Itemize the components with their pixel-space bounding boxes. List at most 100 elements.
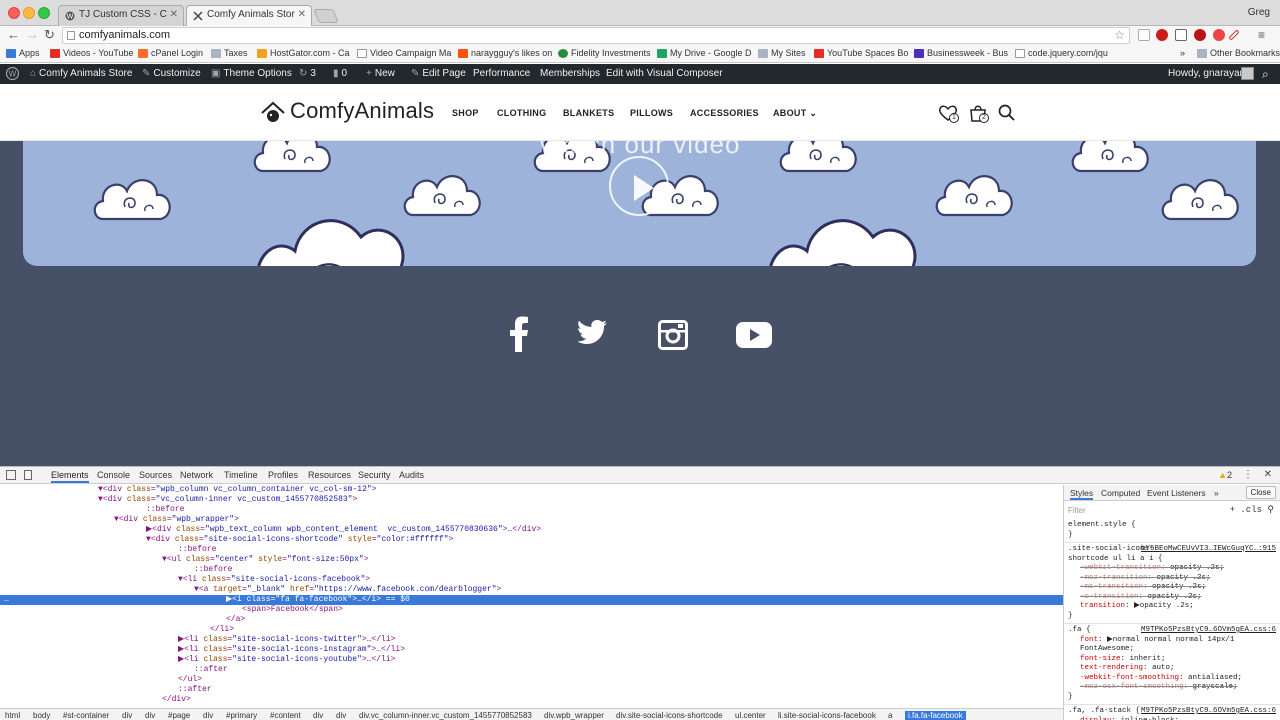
admin-site-name[interactable]: ⌂ Comfy Animals Store (30, 68, 132, 79)
new-tab-button[interactable] (313, 9, 339, 23)
dom-node-line[interactable]: ::before (0, 545, 1063, 555)
breadcrumb-item[interactable]: a (888, 711, 892, 720)
bookmark-jquery[interactable]: code.jquery.com/jqu (1015, 48, 1108, 58)
browser-tab-custom-css[interactable]: W TJ Custom CSS - Comfy A ✕ (58, 5, 184, 26)
dom-node-line[interactable]: </ul> (0, 675, 1063, 685)
browser-tab-comfy-animals[interactable]: Comfy Animals Store | Jus ✕ (186, 5, 312, 26)
dom-node-line[interactable]: </li> (0, 625, 1063, 635)
opera-icon[interactable] (1156, 29, 1168, 41)
twitter-icon[interactable] (578, 320, 608, 346)
css-property[interactable]: font: ▶normal normal normal 14px/1 FontA… (1080, 636, 1276, 655)
css-source-link[interactable]: M9TPKo5PzsBtyC9…6OVm5gEA.css:6 (1141, 626, 1276, 634)
pen-icon[interactable] (1228, 29, 1240, 41)
css-property[interactable]: font-size: inherit; (1080, 655, 1276, 665)
dom-node-line[interactable]: ::before (0, 565, 1063, 575)
breadcrumb-item[interactable]: #page (168, 711, 190, 720)
warnings-badge[interactable]: ▲2 (1218, 470, 1232, 480)
breadcrumb-item[interactable]: div (122, 711, 132, 720)
node-actions-ellipsis[interactable]: … (4, 595, 9, 605)
dom-node-line[interactable]: ::after (0, 685, 1063, 695)
dom-node-line[interactable]: ▼<div class="wpb_column vc_column_contai… (0, 485, 1063, 495)
dom-node-line[interactable]: <span>Facebook</span> (0, 605, 1063, 615)
bookmarks-chevron[interactable]: » (1180, 48, 1185, 58)
site-search-button[interactable] (998, 104, 1015, 124)
css-source-link[interactable]: bY5BEoMwCEUvVI3…IEWcGuqYC…:915 (1141, 545, 1276, 553)
breadcrumb-item[interactable]: div (313, 711, 323, 720)
admin-memberships[interactable]: Memberships (540, 68, 600, 79)
breadcrumb-item[interactable]: i.fa.fa-facebook (905, 711, 966, 720)
bookmark-video-campaign[interactable]: Video Campaign Ma (357, 48, 451, 58)
video-play-button[interactable] (609, 156, 669, 216)
nav-clothing[interactable]: CLOTHING (497, 108, 546, 118)
nav-shop[interactable]: SHOP (452, 108, 479, 118)
dom-node-line[interactable]: ▼<li class="site-social-icons-facebook"> (0, 575, 1063, 585)
breadcrumb-item[interactable]: li.site-social-icons-facebook (778, 711, 876, 720)
dom-node-line[interactable]: ▶<i class="fa fa-facebook">…</i> == $0… (0, 595, 1063, 605)
devtools-tab-profiles[interactable]: Profiles (268, 470, 298, 480)
bookmark-apps[interactable]: Apps (6, 48, 40, 58)
css-property[interactable]: transition: ▶opacity .2s; (1080, 602, 1276, 612)
device-mode-icon[interactable] (24, 470, 32, 480)
tab-computed[interactable]: Computed (1101, 488, 1140, 498)
bookmark-cpanel[interactable]: cPanel Login (138, 48, 203, 58)
breadcrumb-item[interactable]: #content (270, 711, 301, 720)
admin-edit-page[interactable]: ✎ Edit Page (411, 68, 466, 79)
breadcrumb-item[interactable]: body (33, 711, 50, 720)
breadcrumb-item[interactable]: div (336, 711, 346, 720)
forward-arrow-icon[interactable]: → (26, 27, 39, 43)
styles-filter-input[interactable]: Filter (1068, 506, 1086, 515)
pinterest-icon[interactable] (1194, 29, 1206, 41)
wordpress-logo-icon[interactable]: W (5, 66, 20, 83)
nav-accessories[interactable]: ACCESSORIES (690, 108, 759, 118)
extension-puzzle-icon[interactable] (1138, 29, 1150, 41)
bookmark-my-sites[interactable]: My Sites (758, 48, 806, 58)
breadcrumb-item[interactable]: div (203, 711, 213, 720)
dom-node-line[interactable]: ▼<ul class="center" style="font-size:50p… (0, 555, 1063, 565)
admin-performance[interactable]: Performance (473, 68, 530, 79)
maximize-window-button[interactable] (38, 7, 50, 19)
reload-icon[interactable]: ↻ (44, 27, 55, 43)
css-property[interactable]: -o-transition: opacity .2s; (1080, 593, 1276, 603)
facebook-icon[interactable] (508, 316, 530, 352)
nav-blankets[interactable]: BLANKETS (563, 108, 614, 118)
bookmark-businessweek[interactable]: Businessweek - Bus (914, 48, 1008, 58)
dom-node-line[interactable]: ▶<li class="site-social-icons-youtube">…… (0, 655, 1063, 665)
devtools-tab-console[interactable]: Console (97, 470, 130, 480)
admin-visual-composer[interactable]: Edit with Visual Composer (606, 68, 723, 79)
cart-button[interactable]: 2 (968, 104, 989, 125)
breadcrumb-item[interactable]: ul.center (735, 711, 766, 720)
css-property[interactable]: -webkit-font-smoothing: antialiased; (1080, 674, 1276, 684)
bookmark-hostgator[interactable]: HostGator.com - Ca (257, 48, 350, 58)
devtools-tab-timeline[interactable]: Timeline (224, 470, 258, 480)
address-bar[interactable]: comfyanimals.com ☆ (62, 27, 1130, 44)
dom-node-line[interactable]: ▼<div class="vc_column-inner vc_custom_1… (0, 495, 1063, 505)
styles-close-button[interactable]: Close (1245, 486, 1276, 499)
wishlist-button[interactable]: 1 (938, 104, 959, 125)
breadcrumb-item[interactable]: div.wpb_wrapper (544, 711, 604, 720)
breadcrumb-item[interactable]: #primary (226, 711, 257, 720)
dom-node-line[interactable]: </a> (0, 615, 1063, 625)
devtools-close-icon[interactable]: ✕ (1264, 469, 1272, 480)
bookmark-taxes[interactable]: Taxes (211, 48, 248, 58)
admin-updates[interactable]: ↻ 3 (299, 68, 316, 79)
css-source-link[interactable]: M9TPKo5PzsBtyC9…6OVm5gEA.css:6 (1141, 707, 1276, 715)
profile-name[interactable]: Greg (1248, 7, 1270, 18)
breadcrumb-item[interactable]: div.vc_column-inner.vc_custom_1455770852… (359, 711, 532, 720)
adblock-icon[interactable] (1213, 29, 1225, 41)
dom-node-line[interactable]: ▶<div class="wpb_text_column wpb_content… (0, 525, 1063, 535)
cast-icon[interactable] (1175, 29, 1187, 41)
dom-node-line[interactable]: </div> (0, 695, 1063, 704)
css-property[interactable]: -moz-osx-font-smoothing: grayscale; (1080, 683, 1276, 693)
admin-new[interactable]: + New (366, 68, 395, 79)
admin-theme-options[interactable]: ▣ Theme Options (211, 68, 292, 79)
youtube-icon[interactable] (736, 322, 772, 348)
dom-node-line[interactable]: ▼<a target="_blank" href="https://www.fa… (0, 585, 1063, 595)
tab-close-icon[interactable]: ✕ (170, 9, 178, 20)
tab-event-listeners[interactable]: Event Listeners (1147, 488, 1206, 498)
tab-close-icon[interactable]: ✕ (298, 9, 306, 20)
bookmark-soundcloud[interactable]: naraygguy's likes on (458, 48, 552, 58)
css-selector[interactable]: element.style { (1068, 521, 1188, 531)
breadcrumb-item[interactable]: #st-container (63, 711, 109, 720)
dom-node-line[interactable]: ▶<li class="site-social-icons-twitter">…… (0, 635, 1063, 645)
tab-styles[interactable]: Styles (1070, 488, 1094, 500)
